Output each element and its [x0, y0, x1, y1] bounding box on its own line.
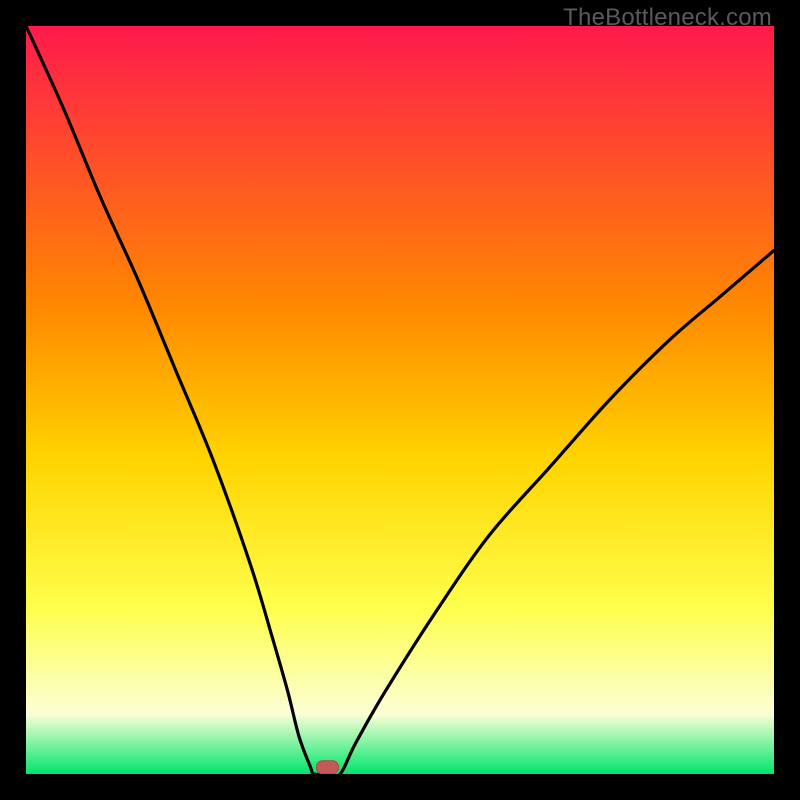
watermark-text: TheBottleneck.com [563, 4, 772, 32]
chart-frame: TheBottleneck.com [0, 0, 800, 800]
plot-area [26, 26, 774, 774]
optimal-marker [316, 761, 338, 774]
gradient-background [26, 26, 774, 774]
bottleneck-chart [26, 26, 774, 774]
